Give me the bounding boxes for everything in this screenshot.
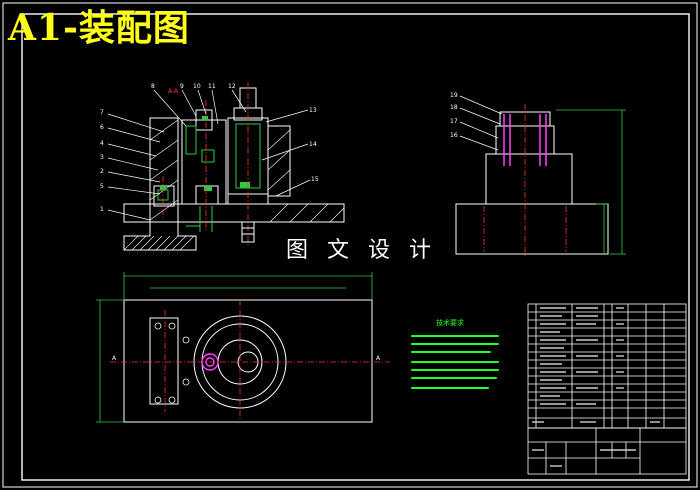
part-no-10: 10 (193, 83, 201, 90)
part-no-2: 2 (100, 168, 104, 175)
part-no-12: 12 (228, 83, 236, 90)
part-no-1: 1 (100, 206, 104, 213)
technical-notes: 技术要求 (411, 318, 499, 389)
part-no-15: 15 (311, 176, 319, 183)
part-no-14: 14 (309, 141, 317, 148)
watermark: 图 文 设 计 (286, 238, 437, 263)
notes-title: 技术要求 (436, 318, 464, 327)
part-no-4: 4 (100, 140, 104, 147)
section-mark-left: A (112, 355, 117, 362)
parts-list-icon (527, 303, 687, 475)
section-view-label: A-A (168, 88, 179, 95)
section-view: A-A 7 6 4 3 2 5 1 8 9 10 11 12 13 14 15 (100, 82, 345, 251)
part-no-3: 3 (100, 154, 104, 161)
plan-view: A A (96, 272, 390, 423)
part-no-16: 16 (450, 132, 458, 139)
section-mark-right: A (376, 355, 381, 362)
part-no-5: 5 (100, 183, 104, 190)
part-no-19: 19 (450, 92, 458, 99)
part-no-8: 8 (151, 83, 155, 90)
part-no-6: 6 (100, 124, 104, 131)
side-view: 19 18 17 16 (450, 92, 626, 256)
part-no-18: 18 (450, 104, 458, 111)
page-title: A1-装配图 (8, 7, 190, 49)
part-no-11: 11 (208, 83, 216, 90)
part-no-17: 17 (450, 118, 458, 125)
part-no-9: 9 (180, 83, 184, 90)
part-no-7: 7 (100, 109, 104, 116)
part-no-13: 13 (309, 107, 317, 114)
